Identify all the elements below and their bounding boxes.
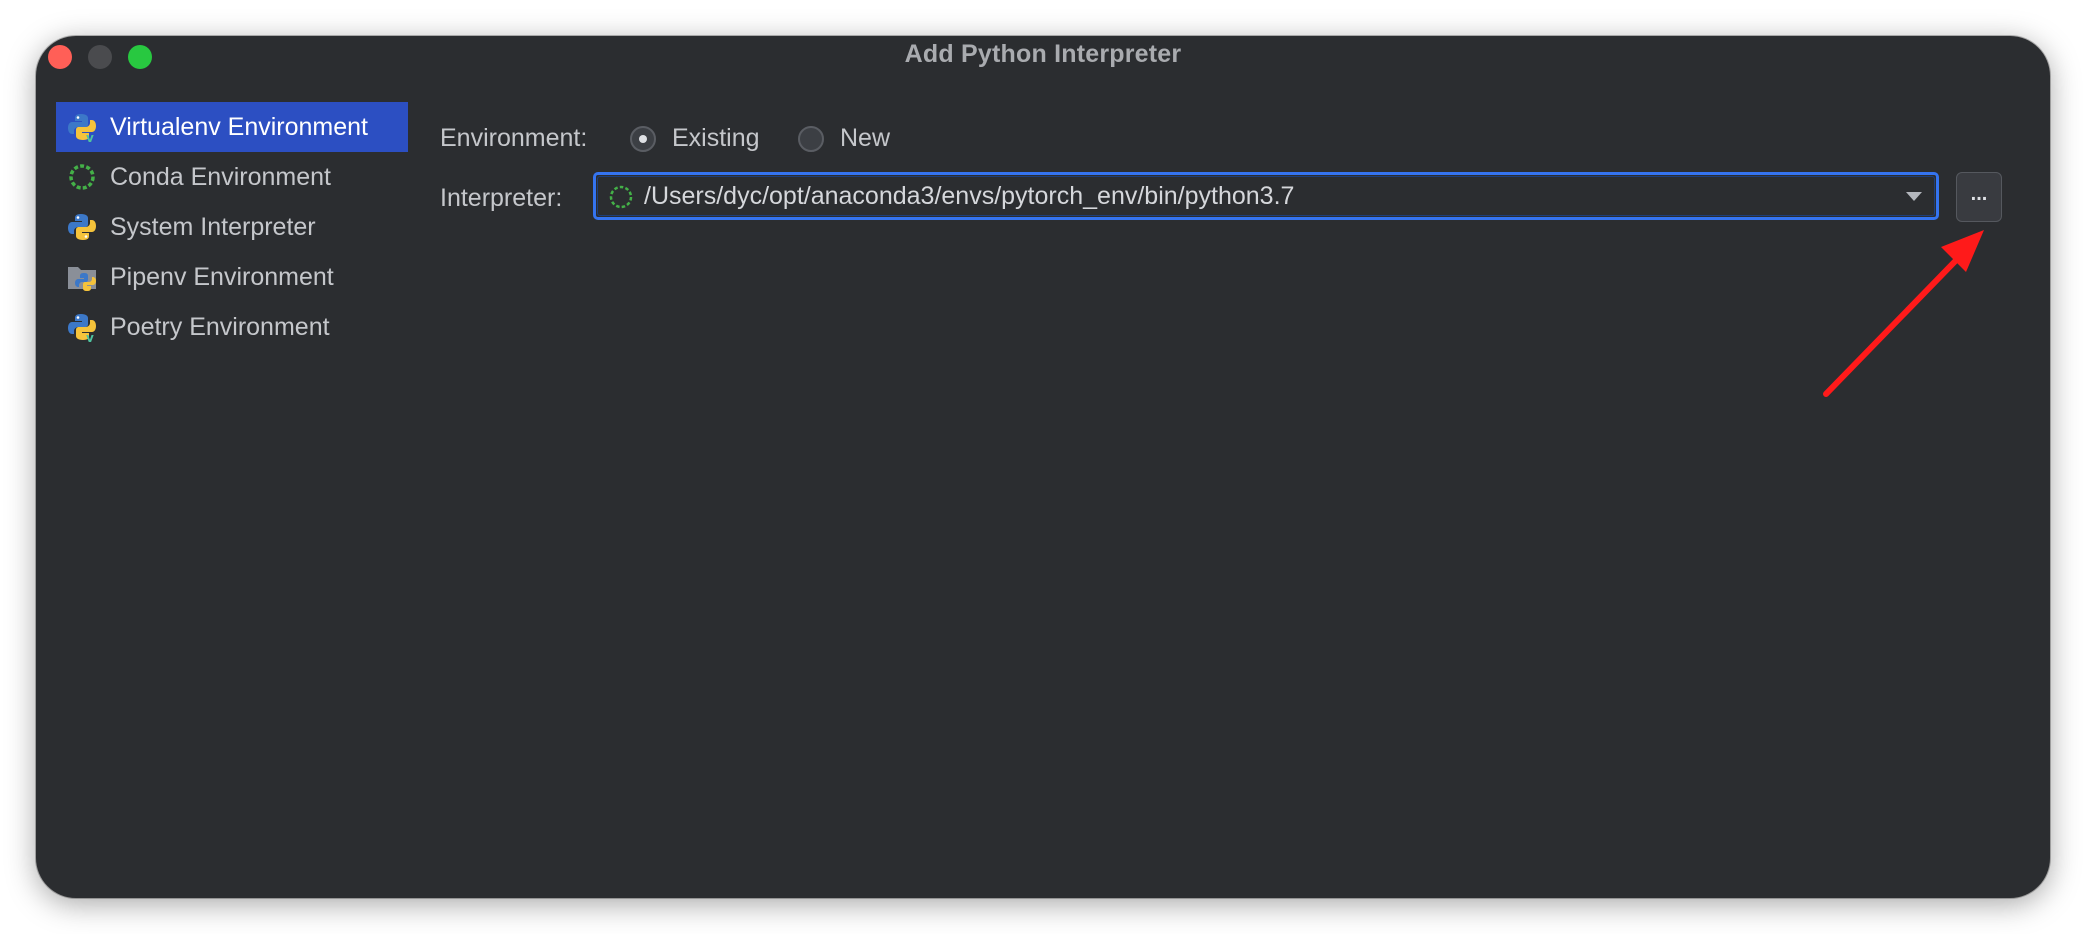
environment-type-list: v Virtualenv Environment Conda Environme…	[56, 102, 408, 352]
interpreter-combobox[interactable]: /Users/dyc/opt/anaconda3/envs/pytorch_en…	[593, 172, 1939, 220]
window-title: Add Python Interpreter	[904, 40, 1182, 68]
browse-interpreter-button[interactable]: ...	[1956, 172, 2002, 222]
add-python-interpreter-dialog: Add Python Interpreter v Virtualenv Envi…	[36, 36, 2050, 898]
interpreter-path: /Users/dyc/opt/anaconda3/envs/pytorch_en…	[644, 182, 1295, 210]
sidebar-item-label: System Interpreter	[110, 212, 316, 241]
svg-text:v: v	[86, 131, 94, 143]
conda-icon	[69, 164, 95, 190]
python-icon	[68, 214, 96, 240]
sidebar-item-label: Pipenv Environment	[110, 262, 334, 291]
environment-label: Environment:	[440, 124, 588, 152]
sidebar-item-virtualenv[interactable]: v Virtualenv Environment	[56, 102, 408, 152]
pipenv-icon	[68, 267, 96, 291]
loading-spinner-icon	[609, 185, 633, 209]
poetry-icon: v	[68, 314, 96, 343]
title-bar: Add Python Interpreter	[36, 36, 2050, 76]
svg-text:v: v	[86, 331, 94, 343]
existing-radio-label[interactable]: Existing	[672, 124, 760, 153]
sidebar-item-label: Conda Environment	[110, 162, 331, 191]
new-radio-label[interactable]: New	[840, 124, 890, 153]
sidebar-item-system-interpreter[interactable]: System Interpreter	[56, 202, 408, 252]
sidebar-item-label: Poetry Environment	[110, 312, 330, 341]
sidebar-item-poetry[interactable]: v Poetry Environment	[56, 302, 408, 352]
interpreter-label: Interpreter:	[440, 184, 563, 212]
chevron-down-icon[interactable]	[1904, 189, 1924, 203]
sidebar-item-label: Virtualenv Environment	[110, 112, 369, 141]
sidebar-item-pipenv[interactable]: Pipenv Environment	[56, 252, 408, 302]
existing-radio[interactable]	[630, 126, 656, 152]
new-radio[interactable]	[798, 126, 824, 152]
sidebar-item-conda[interactable]: Conda Environment	[56, 152, 408, 202]
python-virtualenv-icon: v	[68, 114, 96, 143]
radio-selected-dot	[639, 135, 647, 143]
